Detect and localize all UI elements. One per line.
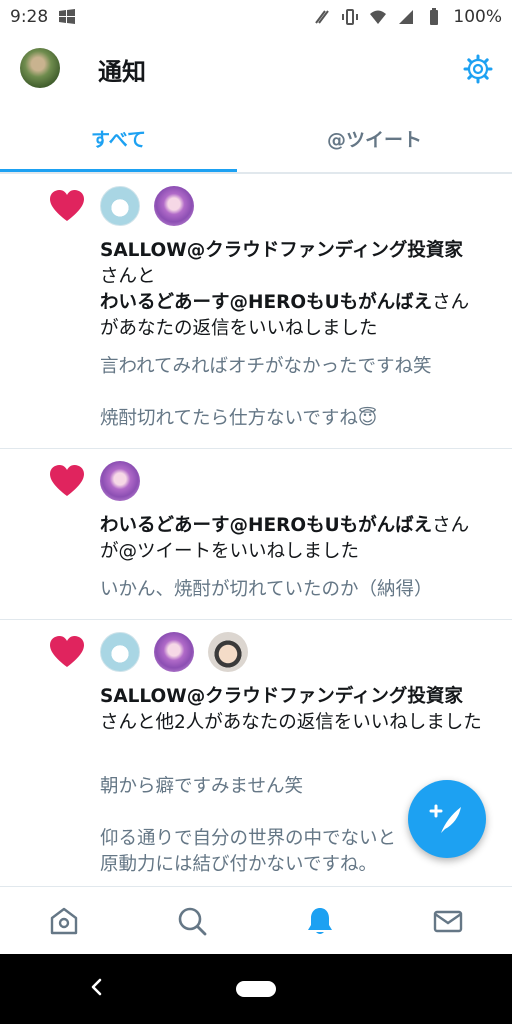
vibrate-icon — [342, 9, 359, 25]
bell-icon[interactable] — [304, 905, 336, 937]
text-suffix: さん — [432, 515, 470, 536]
profile-avatar[interactable] — [20, 48, 60, 88]
notification-action: が@ツイートをいいねしました — [100, 541, 360, 562]
home-icon[interactable] — [48, 905, 80, 937]
liked-tweet-text: 言われてみればオチがなかったですね笑 焼酎切れてたら仕方ないですね😇 — [100, 354, 490, 432]
quote-line: 言われてみればオチがなかったですね笑 — [100, 356, 432, 377]
gear-icon[interactable] — [463, 54, 493, 84]
notification-text: SALLOW@クラウドファンディング投資家 さんと他2人があなたの返信をいいねし… — [100, 684, 490, 736]
liked-tweet-text: いかん、焼酎が切れていたのか（納得） — [100, 577, 490, 603]
quote-line: 仰る通りで自分の世界の中でないと — [100, 828, 397, 849]
notification-action: があなたの返信をいいねしました — [100, 318, 378, 339]
user-avatar[interactable] — [100, 186, 140, 226]
compose-tweet-icon — [429, 804, 461, 833]
notification-text: SALLOW@クラウドファンディング投資家 さんと わいるどあーす@HEROもU… — [100, 238, 490, 342]
system-navigation-bar — [0, 954, 512, 1024]
tab-all[interactable]: すべて — [0, 106, 237, 172]
quote-line: いかん、焼酎が切れていたのか（納得） — [100, 579, 433, 600]
tab-mentions[interactable]: @ツイート — [237, 106, 512, 170]
status-bar: 9:28 100% — [0, 0, 512, 34]
notification-action: さんと他2人があなたの返信をいいねしました — [100, 712, 482, 733]
quote-line: 原動力には結び付かないですね。 — [100, 854, 377, 875]
notification-item[interactable]: わいるどあーす@HEROもUもがんばえさん が@ツイートをいいねしました いかん… — [0, 449, 512, 620]
notification-tabs: すべて @ツイート — [0, 106, 512, 174]
user-name[interactable]: わいるどあーす@HEROもUもがんばえ — [100, 515, 432, 536]
heart-icon — [50, 465, 84, 496]
user-avatar[interactable] — [100, 461, 140, 501]
mail-icon[interactable] — [432, 905, 464, 937]
user-name[interactable]: わいるどあーす@HEROもUもがんばえ — [100, 292, 432, 313]
compose-button[interactable] — [408, 780, 486, 858]
battery-level: 100% — [453, 7, 502, 27]
user-avatar[interactable] — [154, 632, 194, 672]
wifi-icon — [370, 10, 387, 24]
notification-text: わいるどあーす@HEROもUもがんばえさん が@ツイートをいいねしました — [100, 513, 490, 565]
user-avatar[interactable] — [154, 186, 194, 226]
app-header: 通知 — [0, 34, 512, 106]
quote-line: 朝から癖ですみません笑 — [100, 776, 303, 797]
status-time: 9:28 — [10, 7, 49, 27]
back-icon[interactable] — [86, 976, 108, 998]
heart-icon — [50, 636, 84, 667]
signal-icon — [399, 10, 414, 24]
user-name[interactable]: SALLOW@クラウドファンディング投資家 — [100, 686, 463, 707]
home-pill[interactable] — [236, 981, 276, 997]
nfc-icon — [315, 10, 330, 24]
battery-icon — [430, 8, 439, 25]
page-title: 通知 — [98, 58, 146, 86]
windows-icon — [59, 9, 76, 24]
user-name[interactable]: SALLOW@クラウドファンディング投資家 — [100, 240, 463, 261]
search-icon[interactable] — [176, 905, 208, 937]
quote-line: 焼酎切れてたら仕方ないですね😇 — [100, 408, 378, 429]
notification-feed[interactable]: SALLOW@クラウドファンディング投資家 さんと わいるどあーす@HEROもU… — [0, 174, 512, 886]
user-avatar[interactable] — [100, 632, 140, 672]
bottom-navigation — [0, 886, 512, 955]
heart-icon — [50, 190, 84, 221]
text-connector: さんと — [100, 266, 156, 287]
notification-item[interactable]: SALLOW@クラウドファンディング投資家 さんと わいるどあーす@HEROもU… — [0, 174, 512, 449]
text-suffix: さん — [432, 292, 470, 313]
user-avatar[interactable] — [208, 632, 248, 672]
